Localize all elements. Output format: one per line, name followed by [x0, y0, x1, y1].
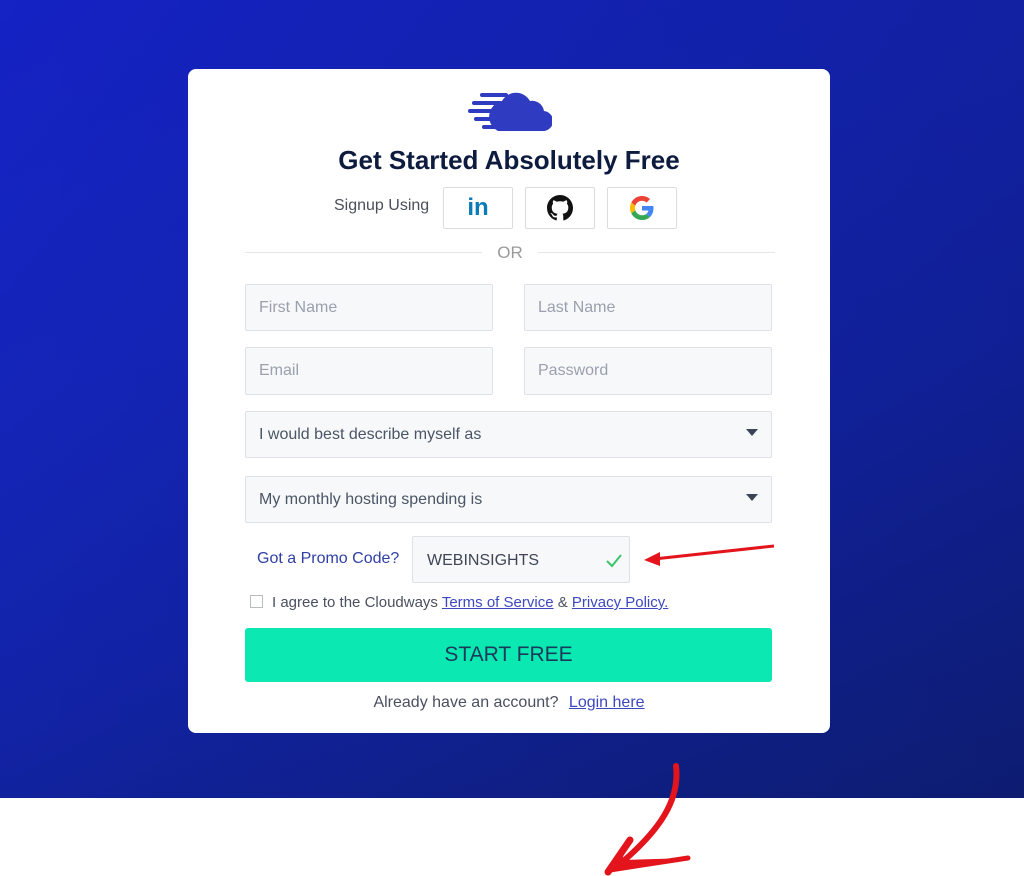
divider-line-right [538, 252, 775, 253]
ampersand: & [557, 594, 568, 611]
or-divider: OR [245, 243, 775, 262]
privacy-policy-link[interactable]: Privacy Policy. [572, 594, 668, 611]
promo-code-link[interactable]: Got a Promo Code? [257, 550, 399, 568]
github-signup-button[interactable] [525, 187, 595, 229]
linkedin-signup-button[interactable]: in [443, 187, 513, 229]
promo-code-input[interactable]: WEBINSIGHTS [412, 536, 630, 583]
start-free-button[interactable]: START FREE [245, 628, 772, 682]
login-here-link[interactable]: Login here [569, 694, 645, 711]
describe-select-value: I would best describe myself as [259, 426, 482, 443]
spending-select-value: My monthly hosting spending is [259, 491, 483, 508]
or-text: OR [497, 243, 523, 262]
last-name-input[interactable] [524, 284, 772, 331]
describe-yourself-select[interactable]: I would best describe myself as [245, 411, 772, 458]
email-input[interactable] [245, 347, 493, 395]
login-prompt-row: Already have an account? Login here [188, 694, 830, 712]
signup-using-label: Signup Using [334, 197, 430, 214]
google-icon [630, 196, 654, 220]
terms-of-service-link[interactable]: Terms of Service [442, 594, 554, 611]
agree-text: I agree to the Cloudways [272, 594, 438, 611]
linkedin-icon: in [467, 194, 489, 221]
login-prompt-text: Already have an account? [373, 694, 559, 711]
cloudways-logo-icon [468, 92, 552, 132]
hosting-spending-select[interactable]: My monthly hosting spending is [245, 476, 772, 523]
signup-card: Get Started Absolutely Free Signup Using… [188, 69, 830, 733]
github-icon [547, 195, 573, 221]
annotation-down-arrow-icon [604, 763, 691, 876]
page-title: Get Started Absolutely Free [338, 145, 680, 175]
checkmark-icon [606, 554, 622, 568]
agree-checkbox[interactable] [250, 595, 263, 608]
first-name-input[interactable] [245, 284, 493, 331]
caret-down-icon [746, 494, 758, 501]
annotation-arrow-icon [644, 544, 775, 566]
google-signup-button[interactable] [607, 187, 677, 229]
password-input[interactable] [524, 347, 772, 395]
promo-code-value: WEBINSIGHTS [427, 552, 540, 569]
caret-down-icon [746, 429, 758, 436]
